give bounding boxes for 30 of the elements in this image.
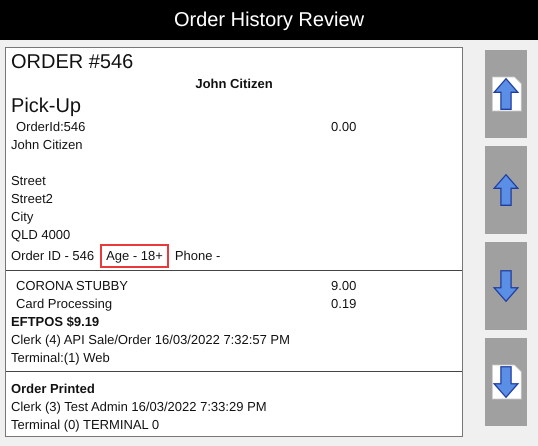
item-name: Card Processing	[16, 295, 114, 313]
terminal-line: Terminal (0) TERMINAL 0	[11, 416, 160, 434]
print-heading: Order Printed	[11, 380, 96, 398]
clerk-line: Clerk (3) Test Admin 16/03/2022 7:33:29 PM	[11, 398, 268, 416]
amount: 0.00	[331, 118, 356, 136]
item-name: CORONA STUBBY	[16, 277, 129, 295]
scroll-up-button[interactable]	[485, 146, 527, 234]
info-text: Order ID - 546	[11, 247, 96, 265]
page-down-icon	[489, 362, 523, 402]
address-line: QLD 4000	[11, 226, 72, 244]
address-line: City	[11, 208, 34, 226]
window-title: Order History Review	[174, 8, 364, 32]
order-id-label: OrderId:546	[16, 118, 86, 136]
page-up-icon	[489, 74, 523, 114]
customer-name: John Citizen	[11, 136, 84, 154]
address-line: Street	[11, 172, 47, 190]
info-text: Phone -	[174, 247, 222, 265]
scroll-down-button[interactable]	[485, 242, 527, 330]
page-up-button[interactable]	[485, 50, 527, 138]
customer-heading: John Citizen	[195, 76, 273, 91]
clerk-line: Clerk (4) API Sale/Order 16/03/2022 7:32:57 PM	[11, 331, 291, 349]
info-text: Age - 18+	[100, 244, 169, 268]
item-price: 0.19	[331, 295, 356, 313]
terminal-line: Terminal:(1) Web	[11, 349, 111, 367]
page-down-button[interactable]	[485, 338, 527, 426]
address-line: Street2	[11, 190, 54, 208]
order-number: ORDER #546	[11, 50, 134, 74]
order-type: Pick-Up	[11, 94, 82, 118]
payment-total: EFTPOS $9.19	[11, 313, 100, 331]
item-price: 9.00	[331, 277, 356, 295]
